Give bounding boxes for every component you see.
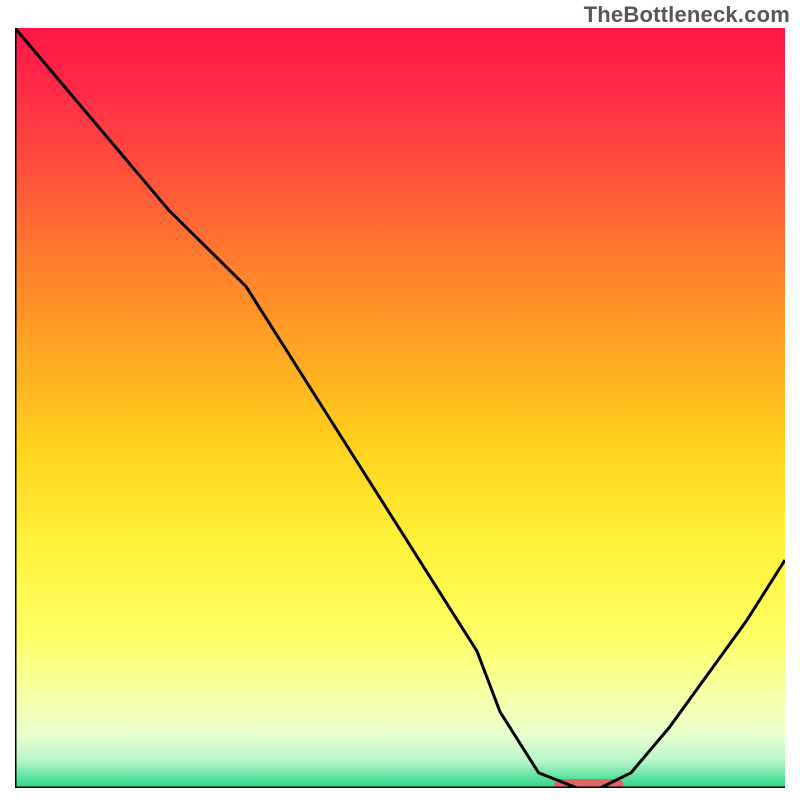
watermark-text: TheBottleneck.com <box>584 2 790 28</box>
bottleneck-chart <box>15 28 785 788</box>
plot-background <box>15 28 785 788</box>
chart-svg <box>15 28 785 788</box>
